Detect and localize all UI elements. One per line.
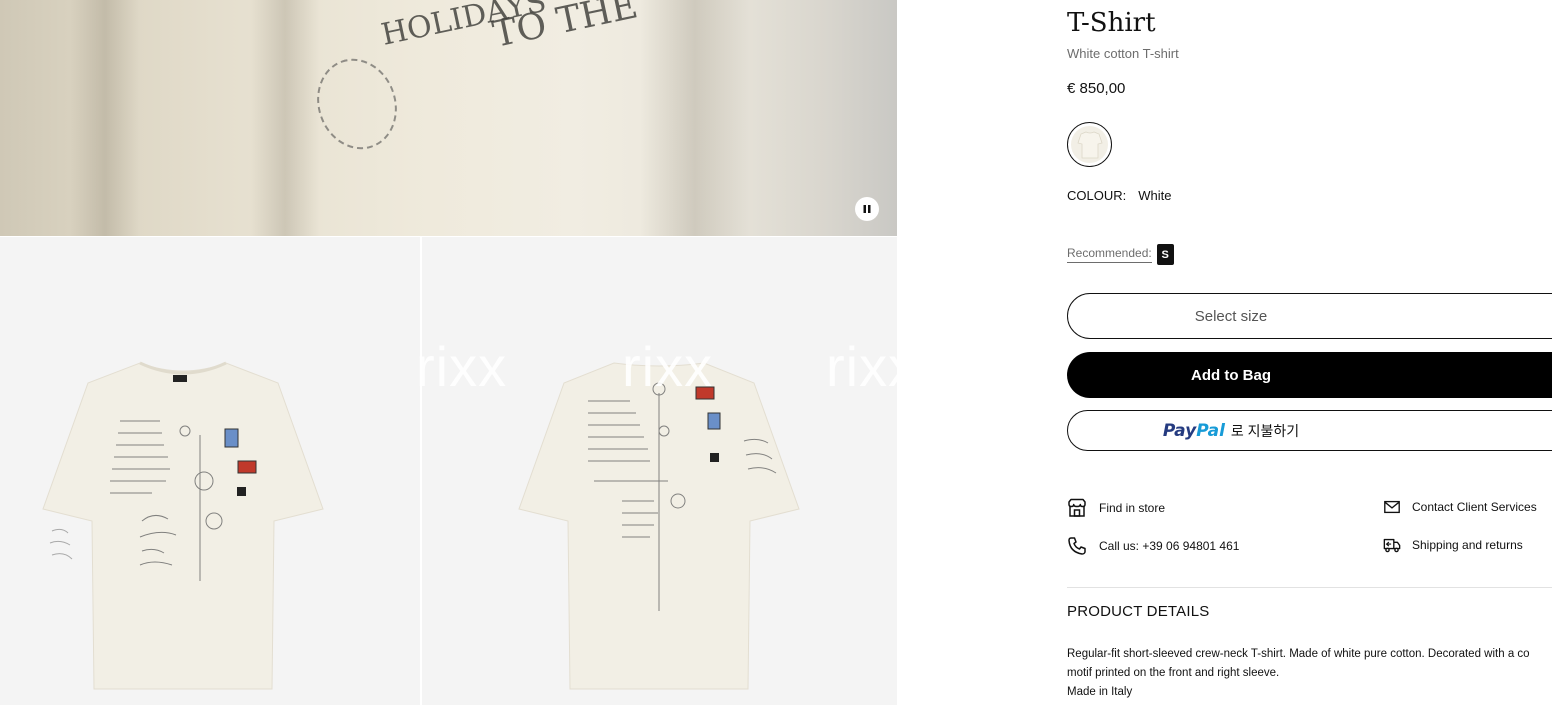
paypal-text: 로 지불하기: [1230, 422, 1300, 439]
delivery-truck-icon: [1383, 538, 1401, 553]
paypal-logo: PayPal: [1162, 420, 1225, 441]
description-line: motif printed on the front and right sle…: [1067, 667, 1280, 679]
tshirt-front-image: [42, 361, 324, 690]
colour-row: COLOUR: White: [1067, 188, 1171, 203]
tshirt-back-image: [518, 362, 800, 690]
product-image-front[interactable]: [0, 237, 420, 705]
print-stamp-graphic: [304, 47, 410, 161]
product-image-back[interactable]: [422, 237, 897, 705]
product-price: € 850,00: [1067, 80, 1126, 97]
fabric-fold: [250, 0, 320, 236]
contact-client-services-link[interactable]: Contact Client Services: [1383, 498, 1537, 516]
product-info-panel: T-Shirt White cotton T-shirt € 850,00 CO…: [1067, 0, 1552, 705]
colour-label: COLOUR:: [1067, 188, 1127, 203]
product-details-description: Regular-fit short-sleeved crew-neck T-sh…: [1067, 645, 1552, 702]
swatch-thumbnail: [1071, 126, 1108, 163]
product-page: HOLIDAYS' TO THE rixx rixx rixx T-Shirt …: [0, 0, 1552, 705]
pause-button[interactable]: [855, 197, 879, 221]
phone-icon: [1068, 537, 1086, 555]
colour-value: White: [1138, 188, 1172, 203]
section-divider: [1067, 587, 1552, 588]
add-to-bag-label: Add to Bag: [1191, 366, 1271, 384]
fabric-fold: [70, 0, 140, 236]
find-in-store-link[interactable]: Find in store: [1067, 498, 1165, 518]
contact-client-services-label: Contact Client Services: [1412, 500, 1537, 514]
product-subtitle: White cotton T-shirt: [1067, 46, 1179, 61]
find-in-store-label: Find in store: [1099, 501, 1166, 515]
recommended-size-row: Recommended: S: [1067, 244, 1174, 265]
call-us-link[interactable]: Call us: +39 06 94801 461: [1067, 536, 1239, 556]
select-size-button[interactable]: Select size: [1067, 293, 1552, 339]
description-line: Regular-fit short-sleeved crew-neck T-sh…: [1067, 648, 1530, 660]
product-title: T-Shirt: [1067, 8, 1156, 38]
shipping-returns-link[interactable]: Shipping and returns: [1383, 536, 1523, 554]
made-in-text: Made in Italy: [1067, 686, 1133, 698]
mail-icon: [1384, 500, 1400, 514]
select-size-label: Select size: [1194, 307, 1268, 325]
pause-icon: [863, 205, 871, 213]
product-video[interactable]: HOLIDAYS' TO THE: [0, 0, 897, 236]
colour-swatch-white[interactable]: [1067, 122, 1112, 167]
fabric-fold: [640, 0, 750, 236]
add-to-bag-button[interactable]: Add to Bag: [1067, 352, 1552, 398]
recommended-label[interactable]: Recommended:: [1067, 246, 1152, 263]
shipping-returns-label: Shipping and returns: [1412, 538, 1523, 552]
paypal-content: PayPal 로 지불하기: [1163, 421, 1299, 441]
product-gallery: HOLIDAYS' TO THE rixx rixx rixx: [0, 0, 916, 705]
tshirt-thumbnail-icon: [1076, 131, 1103, 158]
call-us-label: Call us: +39 06 94801 461: [1099, 539, 1240, 553]
recommended-size-badge: S: [1156, 244, 1174, 265]
paypal-button[interactable]: PayPal 로 지불하기: [1067, 410, 1552, 451]
product-details-heading[interactable]: PRODUCT DETAILS: [1067, 603, 1209, 620]
store-icon: [1068, 498, 1086, 517]
